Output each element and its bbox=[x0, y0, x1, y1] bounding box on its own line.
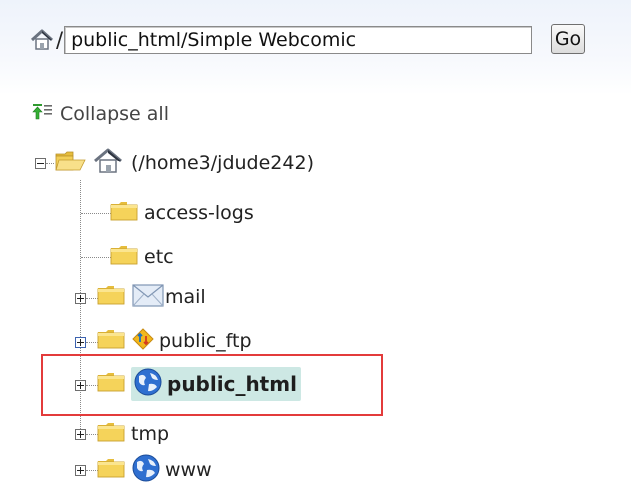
folder-icon bbox=[110, 245, 138, 269]
path-bar: / bbox=[28, 22, 533, 58]
go-button[interactable]: Go bbox=[551, 24, 585, 54]
expand-toggle[interactable] bbox=[75, 337, 86, 348]
home-icon[interactable] bbox=[28, 26, 56, 54]
expand-toggle[interactable] bbox=[75, 465, 86, 476]
tree-item-label: www bbox=[165, 459, 212, 481]
folder-icon bbox=[97, 372, 125, 396]
folder-icon bbox=[97, 285, 125, 309]
tree-connector bbox=[81, 213, 111, 214]
globe-icon bbox=[131, 453, 161, 487]
folder-icon bbox=[97, 329, 125, 353]
tree-item-label: public_ftp bbox=[159, 330, 252, 352]
file-manager-panel: / Go Collapse all bbox=[0, 0, 631, 493]
tree-item-etc[interactable]: etc bbox=[110, 241, 174, 273]
collapse-all-label: Collapse all bbox=[60, 103, 169, 125]
path-separator: / bbox=[56, 27, 64, 52]
tree-item-label: etc bbox=[144, 246, 174, 268]
tree-connector bbox=[81, 257, 111, 258]
folder-icon bbox=[110, 201, 138, 225]
home-icon bbox=[93, 147, 123, 179]
expand-toggle[interactable] bbox=[75, 380, 86, 391]
globe-icon bbox=[133, 367, 163, 401]
mail-icon bbox=[131, 282, 165, 312]
selected-highlight: public_html bbox=[131, 367, 301, 401]
collapse-tree-icon bbox=[32, 103, 52, 125]
tree-root-row[interactable]: (/home3/jdude242) bbox=[55, 147, 314, 179]
folder-icon bbox=[97, 458, 125, 482]
expand-toggle[interactable] bbox=[75, 293, 86, 304]
tree-item-label: tmp bbox=[131, 423, 170, 445]
tree-root-label: (/home3/jdude242) bbox=[131, 152, 314, 174]
collapse-toggle[interactable] bbox=[35, 158, 46, 169]
tree-item-public-ftp[interactable]: public_ftp bbox=[97, 325, 252, 357]
tree-item-label: public_html bbox=[167, 372, 297, 396]
tree-item-www[interactable]: www bbox=[97, 454, 212, 486]
tree-item-tmp[interactable]: tmp bbox=[97, 418, 169, 450]
tree-item-label: access-logs bbox=[144, 202, 254, 224]
tree-item-mail[interactable]: mail bbox=[97, 281, 206, 313]
collapse-all-button[interactable]: Collapse all bbox=[32, 103, 169, 125]
tree-connector bbox=[46, 163, 54, 164]
tree-item-access-logs[interactable]: access-logs bbox=[110, 197, 254, 229]
tree-connector bbox=[80, 180, 81, 435]
expand-toggle[interactable] bbox=[75, 429, 86, 440]
tree-item-public-html[interactable]: public_html bbox=[97, 367, 301, 401]
ftp-icon bbox=[131, 327, 155, 355]
tree-item-label: mail bbox=[165, 286, 206, 308]
open-folder-icon bbox=[55, 149, 87, 177]
path-input[interactable] bbox=[64, 26, 533, 54]
folder-icon bbox=[97, 422, 125, 446]
